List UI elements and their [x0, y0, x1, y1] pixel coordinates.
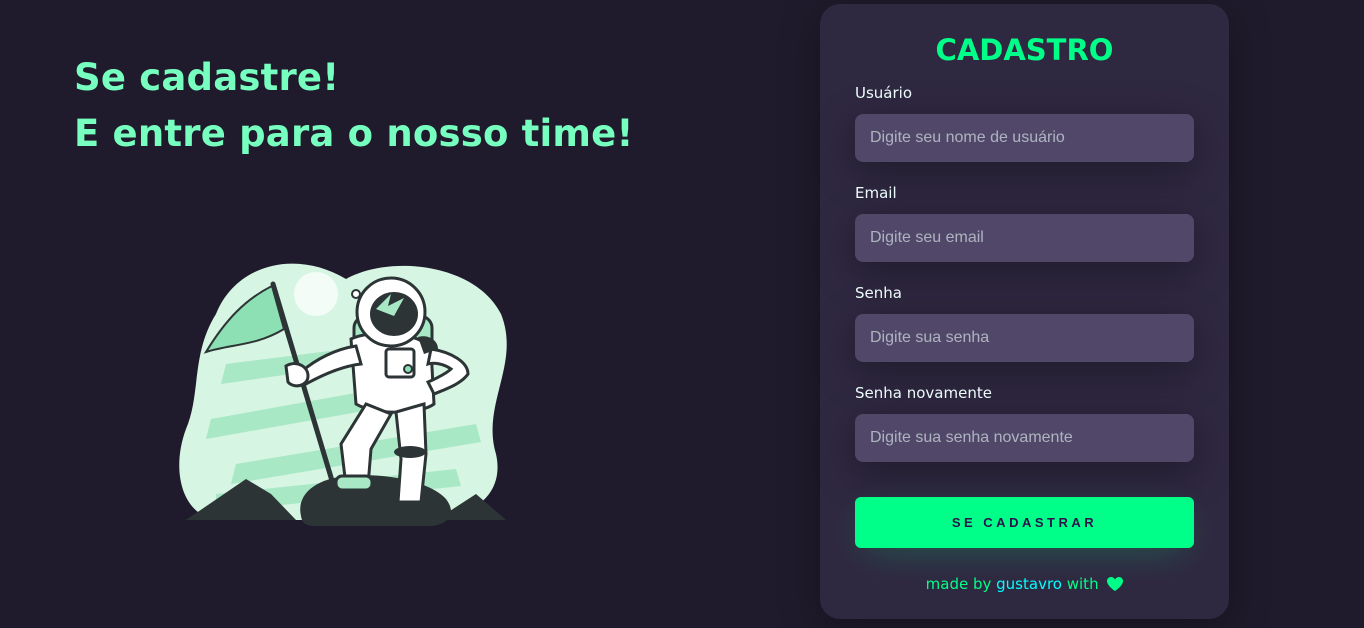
password-confirm-label: Senha novamente: [855, 384, 992, 402]
headline-line-1: Se cadastre!: [74, 56, 340, 99]
form-title: CADASTRO: [935, 33, 1114, 67]
author-link[interactable]: gustavro: [996, 575, 1062, 593]
heart-icon: [1107, 577, 1124, 591]
password-input[interactable]: [855, 314, 1194, 362]
footer-credit: made by gustavro with: [820, 573, 1229, 595]
signup-page: Se cadastre! E entre para o nosso time!: [0, 0, 1364, 628]
signup-card: CADASTRO Usuário Email Senha Senha novam…: [820, 4, 1229, 619]
footer-suffix: with: [1066, 575, 1099, 593]
headline-line-2: E entre para o nosso time!: [74, 112, 634, 155]
signup-button[interactable]: SE CADASTRAR: [855, 497, 1194, 548]
password-confirm-input[interactable]: [855, 414, 1194, 462]
astronaut-with-flag-illustration: [179, 263, 507, 526]
password-label: Senha: [855, 284, 902, 302]
page-headline: Se cadastre! E entre para o nosso time!: [74, 50, 634, 162]
username-label: Usuário: [855, 84, 913, 102]
email-input[interactable]: [855, 214, 1194, 262]
footer-prefix: made by: [925, 575, 992, 593]
email-label: Email: [855, 184, 897, 202]
username-input[interactable]: [855, 114, 1194, 162]
